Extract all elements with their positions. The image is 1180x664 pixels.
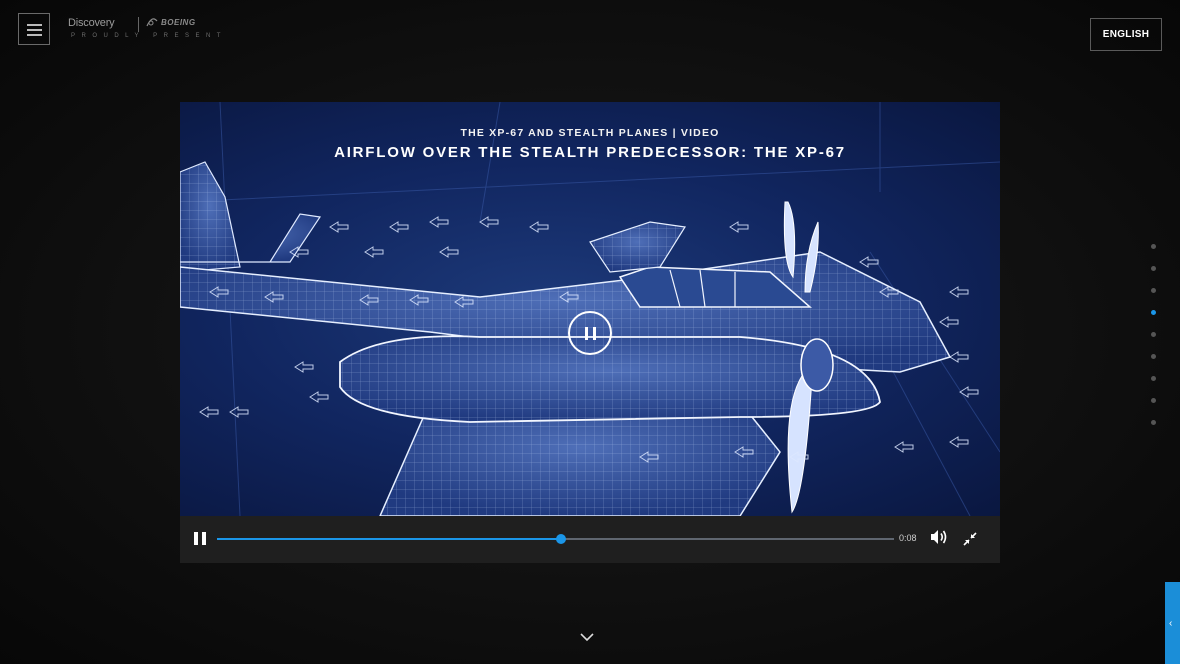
section-dot[interactable] (1151, 288, 1156, 293)
video-subtitle: THE XP-67 AND STEALTH PLANES | VIDEO (460, 127, 720, 139)
volume-icon[interactable] (930, 529, 948, 545)
time-display: 0:08 (899, 533, 917, 543)
brand-tagline: PROUDLY PRESENT (71, 33, 227, 39)
aircraft-blueprint-image (180, 102, 1000, 516)
brand-divider (138, 17, 139, 32)
chevron-left-icon: ‹ (1169, 618, 1173, 629)
brand-lockup: Discovery BOEING PROUDLY PRESENT (68, 16, 228, 46)
video-frame[interactable]: THE XP-67 AND STEALTH PLANES | VIDEO AIR… (180, 102, 1000, 516)
video-control-bar: 0:08 (180, 516, 1000, 563)
section-dot[interactable] (1151, 332, 1156, 337)
menu-button[interactable] (18, 13, 50, 45)
progress-track[interactable] (217, 534, 894, 544)
discovery-logo: Discovery (68, 17, 115, 29)
video-title: AIRFLOW OVER THE STEALTH PREDECESSOR: TH… (334, 144, 846, 161)
language-button[interactable]: ENGLISH (1090, 18, 1162, 51)
section-nav-dots (1151, 244, 1156, 442)
section-dot[interactable] (1151, 398, 1156, 403)
section-dot[interactable] (1151, 354, 1156, 359)
side-panel-tab[interactable]: ‹ (1165, 582, 1180, 664)
section-dot[interactable] (1151, 266, 1156, 271)
progress-fill (217, 538, 561, 540)
pause-icon (585, 327, 588, 340)
section-dot[interactable] (1151, 420, 1156, 425)
boeing-logo: BOEING (146, 17, 196, 27)
pause-button[interactable] (194, 532, 206, 546)
chevron-down-icon[interactable] (580, 632, 594, 642)
collapse-icon[interactable] (962, 531, 978, 547)
center-pause-button[interactable] (568, 311, 612, 355)
progress-handle[interactable] (555, 534, 566, 544)
section-dot[interactable] (1151, 376, 1156, 381)
section-dot[interactable] (1151, 310, 1156, 315)
section-dot[interactable] (1151, 244, 1156, 249)
video-player: THE XP-67 AND STEALTH PLANES | VIDEO AIR… (180, 102, 1000, 563)
